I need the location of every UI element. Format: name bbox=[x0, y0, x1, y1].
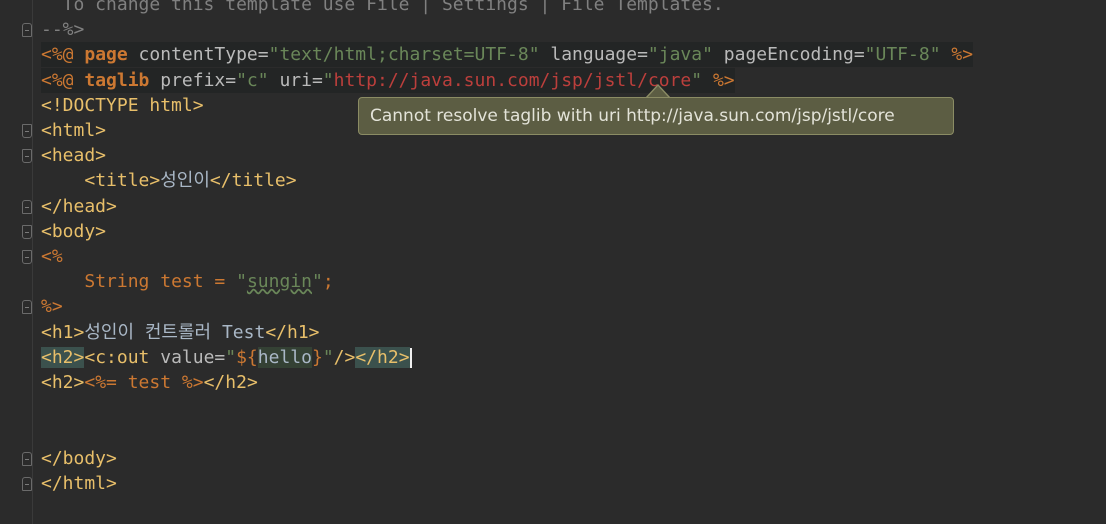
code-line[interactable]: String test = "sungin"; bbox=[41, 269, 334, 294]
fold-marker-icon[interactable] bbox=[22, 124, 32, 138]
fold-marker-icon[interactable] bbox=[22, 149, 32, 164]
code-area[interactable]: To change this template use File | Setti… bbox=[41, 0, 1106, 524]
code-token: --%> bbox=[41, 19, 85, 41]
code-token: value= bbox=[149, 346, 226, 368]
code-token: <h2> bbox=[41, 346, 85, 368]
code-token: %> bbox=[702, 69, 735, 91]
code-token: "UTF-8" bbox=[864, 44, 941, 66]
code-token: <body> bbox=[41, 220, 107, 242]
code-token: <title> bbox=[84, 170, 161, 192]
code-line[interactable]: <head> bbox=[41, 143, 106, 168]
code-token: " bbox=[311, 271, 323, 293]
code-editor[interactable]: To change this template use File | Setti… bbox=[0, 0, 1106, 524]
code-token: </title> bbox=[209, 170, 297, 192]
code-token: </h1> bbox=[265, 321, 320, 343]
code-token: "text/html;charset=UTF-8" bbox=[268, 44, 540, 66]
code-token: " bbox=[225, 346, 237, 368]
code-token: test = bbox=[149, 271, 237, 293]
code-token: test bbox=[116, 372, 182, 393]
code-token: <% bbox=[41, 246, 63, 267]
fold-marker-icon[interactable] bbox=[22, 451, 32, 466]
code-line[interactable]: <body> bbox=[41, 219, 106, 244]
code-token: " bbox=[691, 69, 703, 91]
code-token: pageEncoding= bbox=[712, 44, 865, 66]
code-token: /> bbox=[333, 346, 356, 368]
code-line[interactable]: <html> bbox=[41, 118, 106, 143]
code-token: <h1> bbox=[41, 321, 85, 343]
code-line[interactable]: </html> bbox=[41, 471, 117, 496]
code-token: %> bbox=[41, 296, 63, 318]
code-token: <head> bbox=[41, 145, 107, 167]
code-token: " bbox=[322, 69, 334, 91]
code-token: <%@ bbox=[41, 44, 85, 66]
fold-marker-icon[interactable] bbox=[22, 250, 32, 264]
code-token: </h2> bbox=[355, 346, 410, 368]
code-token: ${ bbox=[236, 346, 258, 368]
code-token: <html> bbox=[41, 120, 107, 141]
code-token: http://java.sun.com/jsp/jstl/core bbox=[333, 69, 692, 91]
fold-marker-icon[interactable] bbox=[22, 23, 32, 38]
code-token: "java" bbox=[647, 44, 713, 66]
code-token: sungin bbox=[246, 271, 312, 293]
code-token: "c" bbox=[236, 69, 269, 91]
code-line[interactable]: --%> bbox=[41, 17, 84, 42]
code-line[interactable]: <h2><%= test %></h2> bbox=[41, 370, 258, 395]
code-token: " bbox=[236, 271, 247, 293]
code-token: %> bbox=[940, 44, 974, 66]
code-line[interactable]: To change this template use File | Setti… bbox=[41, 0, 724, 17]
code-token: </html> bbox=[41, 472, 117, 494]
code-token: 성인이 컨트롤러 Test bbox=[84, 321, 266, 343]
code-line[interactable]: <h1>성인이 컨트롤러 Test</h1> bbox=[41, 320, 320, 345]
code-token: </h2> bbox=[203, 372, 258, 393]
fold-marker-icon[interactable] bbox=[22, 224, 32, 239]
code-line[interactable]: <% bbox=[41, 244, 63, 269]
code-token: %> bbox=[181, 372, 204, 393]
code-token: </head> bbox=[41, 195, 117, 217]
code-token: } bbox=[311, 346, 323, 368]
code-token: " bbox=[322, 346, 334, 368]
code-token: contentType= bbox=[127, 44, 269, 66]
editor-gutter[interactable] bbox=[0, 0, 33, 524]
fold-marker-icon[interactable] bbox=[22, 199, 32, 214]
text-caret bbox=[409, 347, 412, 368]
code-line[interactable]: </head> bbox=[41, 194, 117, 219]
code-token: String bbox=[84, 271, 150, 293]
code-token: <h2> bbox=[41, 372, 85, 393]
code-line[interactable]: <%@ taglib prefix="c" uri="http://java.s… bbox=[41, 67, 735, 93]
code-token: <%= bbox=[84, 372, 117, 393]
code-token: To change this template use File | Setti… bbox=[41, 0, 724, 15]
fold-marker-icon[interactable] bbox=[22, 300, 32, 315]
code-token: <!DOCTYPE html> bbox=[41, 94, 204, 116]
code-token: prefix= bbox=[149, 69, 237, 91]
code-token: </body> bbox=[41, 447, 117, 469]
fold-marker-icon[interactable] bbox=[22, 476, 32, 491]
code-line[interactable]: %> bbox=[41, 294, 63, 319]
code-token: uri= bbox=[268, 69, 323, 91]
code-line[interactable]: <%@ page contentType="text/html;charset=… bbox=[41, 42, 974, 68]
error-tooltip: Cannot resolve taglib with uri http://ja… bbox=[358, 97, 954, 135]
code-token: hello bbox=[257, 346, 312, 368]
error-tooltip-text: Cannot resolve taglib with uri http://ja… bbox=[370, 106, 895, 126]
code-token: 성인이 bbox=[160, 170, 210, 192]
code-line[interactable]: <!DOCTYPE html> bbox=[41, 93, 204, 118]
code-token: taglib bbox=[84, 69, 150, 91]
code-line[interactable]: <title>성인이</title> bbox=[41, 168, 297, 193]
code-token: <c:out bbox=[84, 346, 150, 368]
code-line[interactable]: </body> bbox=[41, 446, 117, 471]
code-line[interactable]: <h2><c:out value="${hello}"/></h2> bbox=[41, 345, 412, 370]
code-token: <%@ bbox=[41, 69, 85, 91]
code-token: language= bbox=[539, 44, 648, 66]
code-token: page bbox=[84, 44, 128, 66]
code-token: ; bbox=[322, 271, 334, 293]
